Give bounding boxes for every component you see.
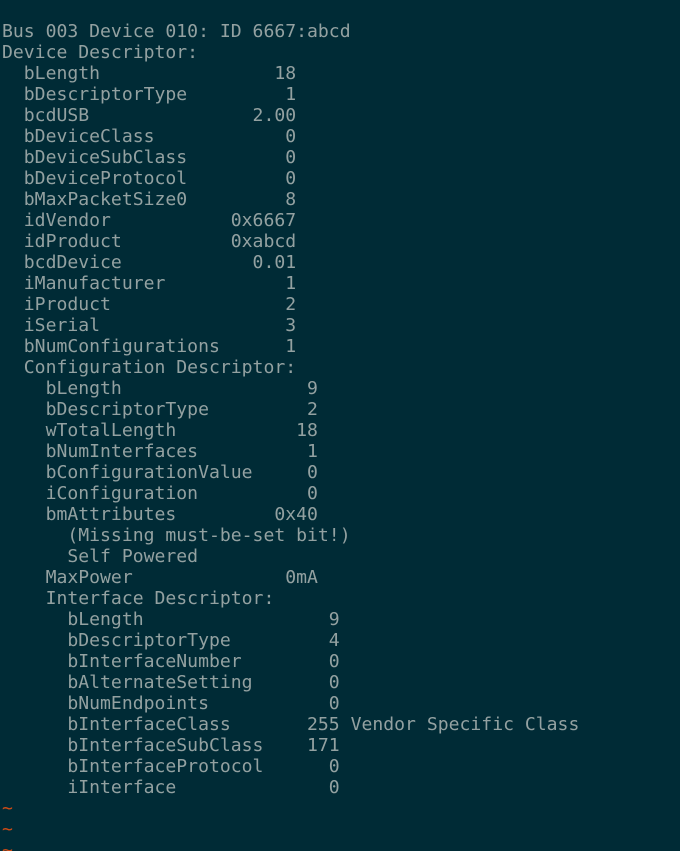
output-line: bcdUSB 2.00 [2, 105, 297, 126]
output-line: bInterfaceClass 255 Vendor Specific Clas… [2, 714, 580, 735]
tilde-marker: ~ [2, 840, 13, 851]
output-line: (Missing must-be-set bit!) [2, 525, 351, 546]
output-line: iProduct 2 [2, 294, 297, 315]
output-line: bConfigurationValue 0 [2, 462, 318, 483]
output-line: bMaxPacketSize0 8 [2, 189, 297, 210]
output-line: iSerial 3 [2, 315, 297, 336]
output-line: bNumEndpoints 0 [2, 693, 340, 714]
output-line: iConfiguration 0 [2, 483, 318, 504]
output-line: Self Powered [2, 546, 199, 567]
output-line: Bus 003 Device 010: ID 6667:abcd [2, 21, 351, 42]
tilde-marker: ~ [2, 798, 13, 819]
output-line: idVendor 0x6667 [2, 210, 297, 231]
output-line: Device Descriptor: [2, 42, 199, 63]
output-line: bDeviceProtocol 0 [2, 168, 297, 189]
output-line: bNumConfigurations 1 [2, 336, 297, 357]
output-line: idProduct 0xabcd [2, 231, 297, 252]
output-line: bcdDevice 0.01 [2, 252, 297, 273]
output-line: bLength 9 [2, 378, 318, 399]
terminal-window[interactable]: Bus 003 Device 010: ID 6667:abcd Device … [0, 0, 680, 851]
output-line: bNumInterfaces 1 [2, 441, 318, 462]
output-line: bLength 18 [2, 63, 297, 84]
lsusb-output: Bus 003 Device 010: ID 6667:abcd Device … [0, 21, 680, 798]
output-line: iManufacturer 1 [2, 273, 297, 294]
output-line: bDeviceSubClass 0 [2, 147, 297, 168]
output-line: bLength 9 [2, 609, 340, 630]
output-line: wTotalLength 18 [2, 420, 318, 441]
output-line: bDeviceClass 0 [2, 126, 297, 147]
output-line: bDescriptorType 4 [2, 630, 340, 651]
output-line: bAlternateSetting 0 [2, 672, 340, 693]
output-line: bInterfaceProtocol 0 [2, 756, 340, 777]
tilde-marker: ~ [2, 819, 13, 840]
empty-buffer-lines: ~ ~ ~ [0, 798, 680, 851]
output-line: bDescriptorType 1 [2, 84, 297, 105]
output-line: iInterface 0 [2, 777, 340, 798]
output-line: bInterfaceNumber 0 [2, 651, 340, 672]
output-line: bDescriptorType 2 [2, 399, 318, 420]
output-line: Interface Descriptor: [2, 588, 275, 609]
output-line: MaxPower 0mA [2, 567, 318, 588]
output-line: Configuration Descriptor: [2, 357, 297, 378]
output-line: bInterfaceSubClass 171 [2, 735, 340, 756]
output-line: bmAttributes 0x40 [2, 504, 318, 525]
